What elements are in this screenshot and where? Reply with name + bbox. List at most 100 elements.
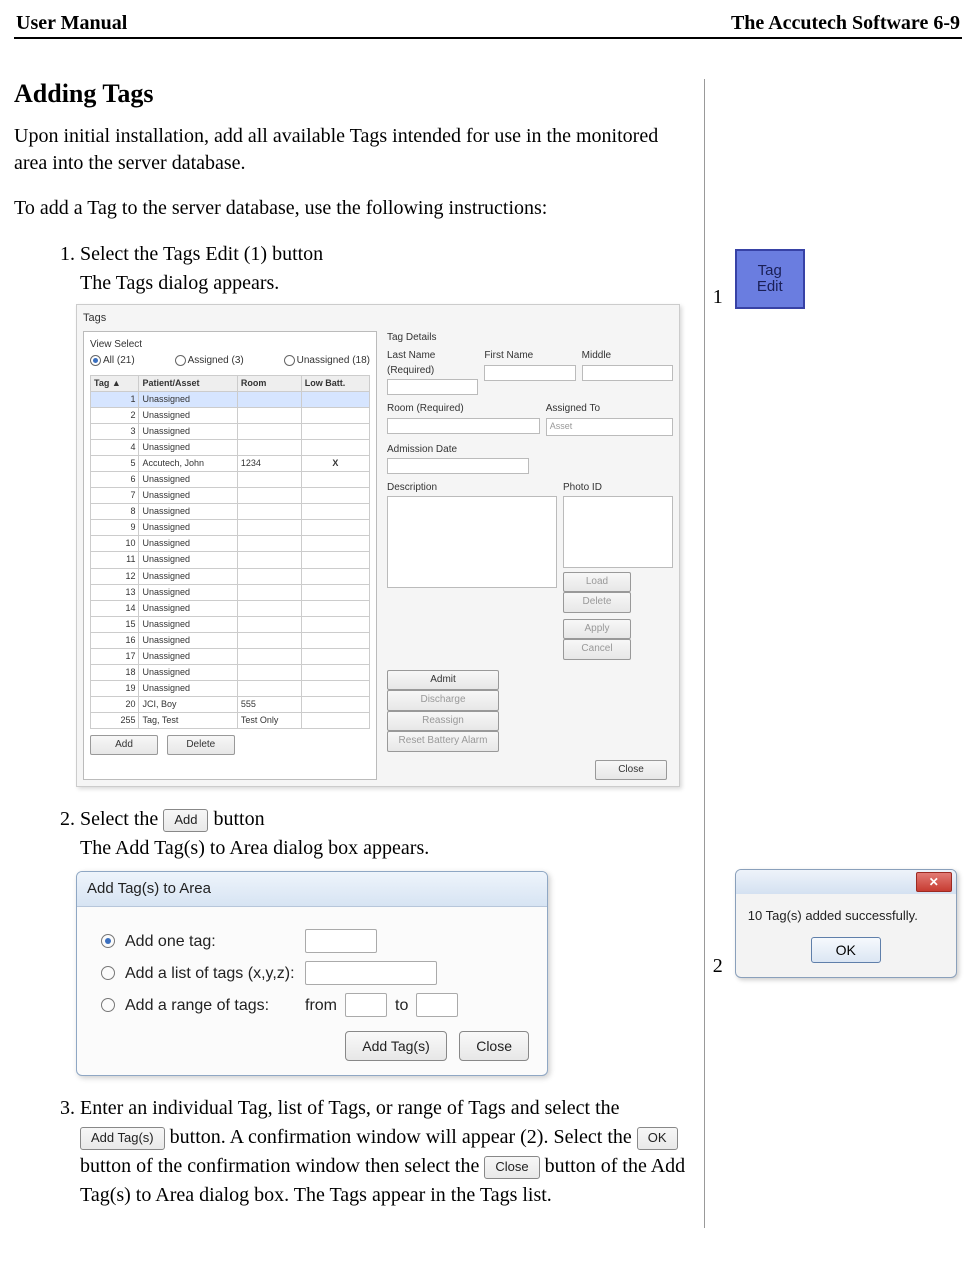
- table-row[interactable]: 18Unassigned: [91, 664, 370, 680]
- step-3: Enter an individual Tag, list of Tags, o…: [80, 1094, 692, 1210]
- tags-table: Tag ▲ Patient/Asset Room Low Batt. 1Unas…: [90, 375, 370, 729]
- admission-field[interactable]: [387, 458, 529, 474]
- table-row[interactable]: 20JCI, Boy555: [91, 696, 370, 712]
- addtags-opt-range[interactable]: Add a range of tags: from to: [101, 993, 529, 1017]
- photoid-box: [563, 496, 673, 568]
- admit-button[interactable]: Admit: [387, 670, 499, 691]
- step-3-b: button. A confirmation window will appea…: [170, 1126, 637, 1148]
- delete-photo-button[interactable]: Delete: [563, 592, 631, 613]
- step-3-a: Enter an individual Tag, list of Tags, o…: [80, 1097, 620, 1119]
- confirm-message: 10 Tag(s) added successfully.: [736, 894, 956, 927]
- table-row[interactable]: 2Unassigned: [91, 408, 370, 424]
- col-room[interactable]: Room: [237, 375, 301, 391]
- from-label: from: [305, 994, 337, 1017]
- table-row[interactable]: 16Unassigned: [91, 632, 370, 648]
- table-row[interactable]: 1Unassigned: [91, 391, 370, 407]
- callout-2-number: 2: [713, 955, 723, 978]
- tagedit-button-figure: Tag Edit: [735, 249, 805, 309]
- range-to-input[interactable]: [416, 993, 458, 1017]
- table-header-row: Tag ▲ Patient/Asset Room Low Batt.: [91, 375, 370, 391]
- table-row[interactable]: 13Unassigned: [91, 584, 370, 600]
- description-field[interactable]: [387, 496, 557, 588]
- table-row[interactable]: 15Unassigned: [91, 616, 370, 632]
- radio-icon: [101, 998, 115, 1012]
- delete-button[interactable]: Delete: [167, 735, 235, 756]
- first-name-field[interactable]: [484, 365, 575, 381]
- cancel-button[interactable]: Cancel: [563, 639, 631, 660]
- close-button[interactable]: Close: [595, 760, 667, 781]
- reset-battery-button[interactable]: Reset Battery Alarm: [387, 731, 499, 752]
- table-row[interactable]: 10Unassigned: [91, 536, 370, 552]
- last-name-field[interactable]: [387, 379, 478, 395]
- table-row[interactable]: 255Tag, TestTest Only: [91, 712, 370, 728]
- view-select-row: All (21) Assigned (3) Unassigned (18): [90, 354, 370, 369]
- discharge-button[interactable]: Discharge: [387, 690, 499, 711]
- opt-one-input[interactable]: [305, 929, 377, 953]
- table-row[interactable]: 7Unassigned: [91, 488, 370, 504]
- assigned-to-select[interactable]: Asset: [546, 418, 673, 436]
- room-label: Room (Required): [387, 402, 540, 417]
- last-name-label: Last Name (Required): [387, 349, 478, 378]
- table-row[interactable]: 19Unassigned: [91, 680, 370, 696]
- tags-dialog-title: Tags: [83, 311, 673, 327]
- view-select-assigned[interactable]: Assigned (3): [175, 354, 244, 369]
- addtags-close-button[interactable]: Close: [459, 1031, 529, 1061]
- header-left: User Manual: [16, 12, 127, 35]
- inline-close-button: Close: [484, 1156, 539, 1179]
- step-3-c: button of the confirmation window then s…: [80, 1155, 484, 1177]
- inline-add-button: Add: [163, 809, 208, 832]
- confirm-ok-button[interactable]: OK: [811, 937, 881, 963]
- step-2-line-c: The Add Tag(s) to Area dialog box appear…: [80, 837, 429, 859]
- confirm-titlebar: ✕: [736, 870, 956, 894]
- room-field[interactable]: [387, 418, 540, 434]
- content-column: Adding Tags Upon initial installation, a…: [10, 79, 705, 1228]
- middle-field[interactable]: [582, 365, 673, 381]
- step-1-line-b: The Tags dialog appears.: [80, 272, 279, 294]
- callout-1-number: 1: [713, 286, 723, 309]
- load-button[interactable]: Load: [563, 572, 631, 593]
- reassign-button[interactable]: Reassign: [387, 711, 499, 732]
- description-label: Description: [387, 481, 557, 496]
- table-row[interactable]: 14Unassigned: [91, 600, 370, 616]
- col-tag[interactable]: Tag ▲: [91, 375, 139, 391]
- step-1: Select the Tags Edit (1) button The Tags…: [80, 240, 692, 787]
- inline-ok-button: OK: [637, 1127, 678, 1150]
- col-patient[interactable]: Patient/Asset: [139, 375, 237, 391]
- table-row[interactable]: 17Unassigned: [91, 648, 370, 664]
- view-select-unassigned[interactable]: Unassigned (18): [284, 354, 370, 369]
- addtags-opt-one[interactable]: Add one tag:: [101, 929, 529, 953]
- close-icon[interactable]: ✕: [916, 872, 952, 892]
- step-2-pre: Select the: [80, 808, 163, 830]
- page-header: User Manual The Accutech Software 6-9: [10, 12, 966, 37]
- intro-paragraph-2: To add a Tag to the server database, use…: [14, 195, 692, 222]
- table-row[interactable]: 5Accutech, John1234X: [91, 456, 370, 472]
- middle-label: Middle: [582, 349, 673, 364]
- inline-addtags-button: Add Tag(s): [80, 1127, 165, 1150]
- opt-range-label: Add a range of tags:: [125, 994, 305, 1017]
- addtags-add-button[interactable]: Add Tag(s): [345, 1031, 446, 1061]
- col-lowbatt[interactable]: Low Batt.: [301, 375, 369, 391]
- range-from-input[interactable]: [345, 993, 387, 1017]
- apply-button[interactable]: Apply: [563, 619, 631, 640]
- addtags-opt-list[interactable]: Add a list of tags (x,y,z):: [101, 961, 529, 985]
- opt-list-input[interactable]: [305, 961, 437, 985]
- to-label: to: [395, 994, 408, 1017]
- view-select-label: View Select: [90, 338, 370, 353]
- add-button[interactable]: Add: [90, 735, 158, 756]
- table-row[interactable]: 6Unassigned: [91, 472, 370, 488]
- table-row[interactable]: 3Unassigned: [91, 424, 370, 440]
- header-rule: [14, 37, 962, 39]
- tag-details-label: Tag Details: [387, 331, 673, 346]
- table-row[interactable]: 4Unassigned: [91, 440, 370, 456]
- table-row[interactable]: 11Unassigned: [91, 552, 370, 568]
- admission-label: Admission Date: [387, 443, 673, 458]
- addtags-dialog-figure: Add Tag(s) to Area Add one tag: Add a li…: [76, 871, 548, 1076]
- table-row[interactable]: 9Unassigned: [91, 520, 370, 536]
- opt-list-label: Add a list of tags (x,y,z):: [125, 962, 305, 985]
- radio-icon: [101, 934, 115, 948]
- steps-list: Select the Tags Edit (1) button The Tags…: [10, 240, 692, 1210]
- table-row[interactable]: 8Unassigned: [91, 504, 370, 520]
- table-row[interactable]: 12Unassigned: [91, 568, 370, 584]
- tags-dialog-figure: Tags View Select All (21) Assigned (3) U…: [76, 304, 680, 787]
- view-select-all[interactable]: All (21): [90, 354, 135, 369]
